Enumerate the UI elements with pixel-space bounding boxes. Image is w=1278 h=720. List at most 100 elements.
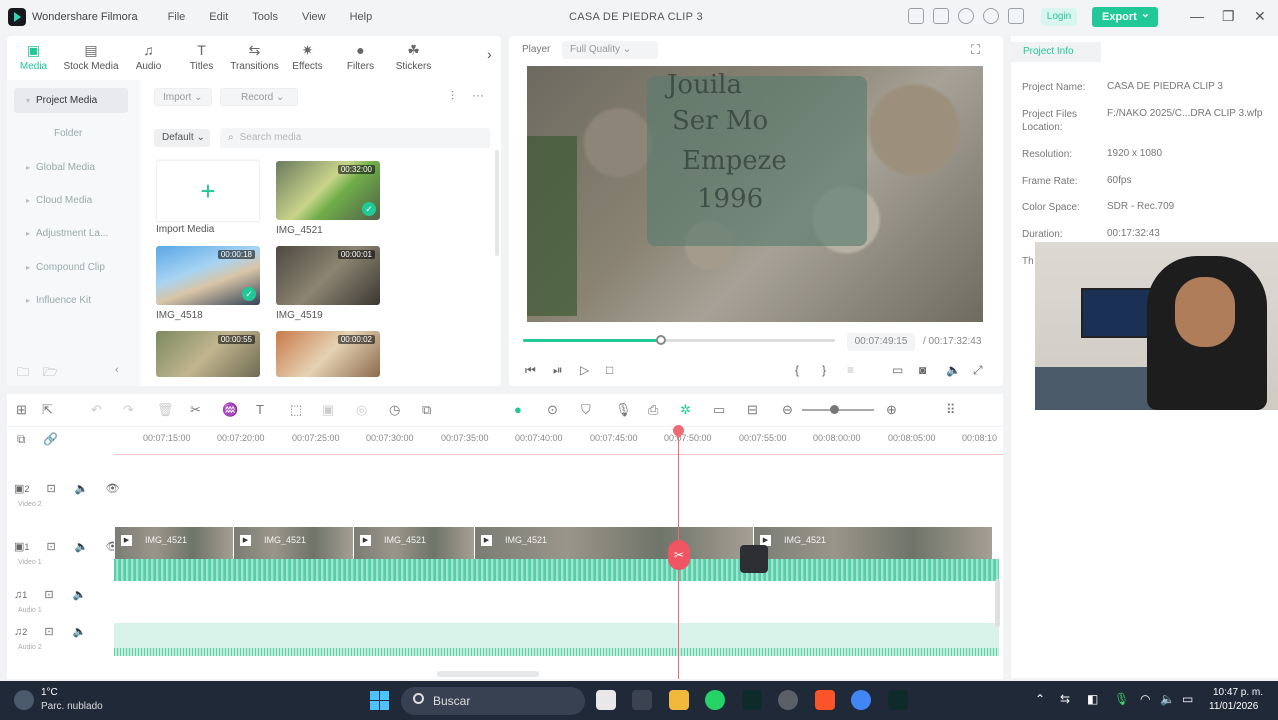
chevron-up-icon[interactable]: ⌃ xyxy=(1035,692,1045,706)
volume-icon[interactable]: 🔈 xyxy=(1160,692,1175,706)
media-thumbnail[interactable]: 00:00:55 xyxy=(156,331,260,377)
volume-icon[interactable]: 🔈 xyxy=(946,363,961,377)
stop-icon[interactable]: □ xyxy=(606,363,613,377)
video-clip[interactable]: ▶ IMG_4521 xyxy=(114,527,233,559)
delete-icon[interactable]: 🗑 xyxy=(157,402,174,418)
tab-transitions[interactable]: ⇆ Transitions xyxy=(228,36,281,80)
playback-progress[interactable] xyxy=(523,335,835,345)
export-button[interactable]: Export xyxy=(1092,4,1158,27)
zoom-out-icon[interactable]: ⊖ xyxy=(782,402,793,418)
tab-filters[interactable]: ● Filters xyxy=(334,36,387,80)
mark-in-icon[interactable]: { xyxy=(795,363,799,377)
file-explorer-icon[interactable] xyxy=(669,690,689,710)
wifi-icon[interactable]: ◠ xyxy=(1140,692,1150,706)
filmora-active-icon[interactable] xyxy=(888,690,908,710)
import-media-button[interactable]: + xyxy=(156,160,260,222)
tab-media[interactable]: ▣ Media xyxy=(7,36,60,80)
microphone-icon[interactable]: 🎙 xyxy=(1114,692,1129,706)
undo-icon[interactable]: ↶ xyxy=(91,402,102,418)
media-thumbnail[interactable]: 00:00:02 xyxy=(276,331,380,377)
cloud-icon[interactable] xyxy=(958,8,974,24)
tab-stickers[interactable]: ☘ Stickers xyxy=(387,36,440,80)
media-scrollbar[interactable] xyxy=(495,150,499,256)
current-timecode[interactable]: 00:07:49:15 xyxy=(847,333,915,351)
lock-icon[interactable]: ⊡ xyxy=(44,626,53,638)
microphone-icon[interactable]: 🎙 xyxy=(615,402,632,418)
play-icon[interactable]: ▷ xyxy=(580,363,589,377)
lock-icon[interactable]: ⊡ xyxy=(46,483,55,495)
grid-menu-icon[interactable]: ⠿ xyxy=(946,402,956,418)
tts-icon[interactable]: ⎙ xyxy=(648,402,658,418)
sidebar-item-influence-kit[interactable]: ▸ Influence Kit xyxy=(14,288,128,313)
link-icon[interactable]: 🔗 xyxy=(43,432,58,446)
taskbar-search[interactable]: Buscar xyxy=(401,687,585,715)
marker-icon[interactable]: ≡ xyxy=(847,363,854,377)
record-dropdown[interactable]: Record ⌄ xyxy=(220,88,298,106)
redo-icon[interactable]: ↷ xyxy=(123,402,134,418)
tray-app-icon[interactable]: ◧ xyxy=(1087,692,1098,706)
stabilize-icon[interactable]: ▣ xyxy=(322,402,334,418)
zoom-slider-handle[interactable] xyxy=(830,405,839,414)
media-thumbnail[interactable]: 00:00:01 xyxy=(276,246,380,305)
tools-icon[interactable] xyxy=(1008,8,1024,24)
crop-icon[interactable]: ⬚ xyxy=(290,402,302,418)
tab-audio[interactable]: ♫ Audio xyxy=(122,36,175,80)
save-icon[interactable] xyxy=(933,8,949,24)
obs-icon[interactable] xyxy=(778,690,798,710)
folder-icon[interactable]: 🗁 xyxy=(43,363,58,384)
weather-temp[interactable]: 1°C xyxy=(41,687,58,698)
audio-waveform[interactable] xyxy=(114,559,999,581)
search-input[interactable]: ⌕ Search media xyxy=(220,128,490,148)
camera-icon[interactable]: ◙ xyxy=(919,363,926,377)
video-clip[interactable]: ▶ IMG_4521 xyxy=(353,527,474,559)
menu-file[interactable]: File xyxy=(168,11,186,23)
monitor-icon[interactable] xyxy=(908,8,924,24)
time-ruler[interactable]: 00:07:15:00 00:07:20:00 00:07:25:00 00:0… xyxy=(114,427,1003,455)
sidebar-item-adjustment-layer[interactable]: ▸ Adjustment La... xyxy=(14,221,128,246)
filmora-taskbar-icon[interactable] xyxy=(742,690,762,710)
weather-icon[interactable] xyxy=(14,690,34,710)
zoom-in-icon[interactable]: ⊕ xyxy=(886,402,897,418)
minimize-icon[interactable]: — xyxy=(1190,8,1204,24)
more-options-icon[interactable]: ··· xyxy=(472,88,484,102)
menu-tools[interactable]: Tools xyxy=(252,11,278,23)
video-preview[interactable]: Jouila Ser Mo Empeze 1996 xyxy=(527,66,983,322)
sidebar-item-project-media[interactable]: ▾ Project Media xyxy=(14,88,128,113)
video-clip[interactable]: ▶ IMG_4521 xyxy=(753,527,992,559)
headset-icon[interactable] xyxy=(983,8,999,24)
sidebar-item-global-media[interactable]: ▸ Global Media xyxy=(14,155,128,180)
clock-date[interactable]: 11/01/2026 xyxy=(1209,701,1258,712)
sidebar-item-compound-clip[interactable]: ▸ Compound Clip xyxy=(14,255,128,280)
snapshot-icon[interactable]: ⛶ xyxy=(971,42,980,58)
display-icon[interactable]: ▭ xyxy=(892,363,903,377)
restore-icon[interactable]: ❐ xyxy=(1222,8,1235,25)
ai-icon[interactable]: ✲ xyxy=(680,402,691,418)
lock-icon[interactable]: ⊡ xyxy=(44,589,53,601)
pen-app-icon[interactable] xyxy=(632,690,652,710)
quality-dropdown[interactable]: Full Quality ⌄ xyxy=(562,41,658,59)
play-circle-icon[interactable]: ⊙ xyxy=(547,402,558,418)
eye-icon[interactable]: 👁 xyxy=(106,483,120,495)
mute-icon[interactable]: 🔈 xyxy=(73,589,87,601)
snap-icon[interactable]: ⊟ xyxy=(747,402,758,418)
progress-handle[interactable] xyxy=(655,335,666,345)
tab-titles[interactable]: T Titles xyxy=(175,36,228,80)
filter-icon[interactable]: ⫶ xyxy=(451,89,454,104)
prev-frame-icon[interactable]: ⏮ xyxy=(525,363,536,378)
split-icon[interactable]: ✂ xyxy=(190,402,201,418)
audio-edit-icon[interactable]: ♒ xyxy=(222,402,238,418)
tab-stock-media[interactable]: ▤ Stock Media xyxy=(60,36,122,80)
chrome-icon[interactable] xyxy=(851,690,871,710)
start-button[interactable] xyxy=(370,691,389,710)
tab-effects[interactable]: ✷ Effects xyxy=(281,36,334,80)
fullscreen-icon[interactable]: ⤢ xyxy=(973,363,983,378)
video-clip[interactable]: ▶ IMG_4521 xyxy=(474,527,753,559)
menu-help[interactable]: Help xyxy=(350,11,373,23)
lock-icon[interactable]: ⊡ xyxy=(46,541,55,553)
scissors-icon[interactable]: ✂ xyxy=(668,540,690,570)
layout-icon[interactable]: ⊞ xyxy=(16,402,27,418)
color-icon[interactable]: ◎ xyxy=(356,402,367,418)
render-icon[interactable]: ● xyxy=(514,402,522,417)
mute-icon[interactable]: 🔈 xyxy=(75,541,89,553)
mute-icon[interactable]: 🔈 xyxy=(73,626,87,638)
